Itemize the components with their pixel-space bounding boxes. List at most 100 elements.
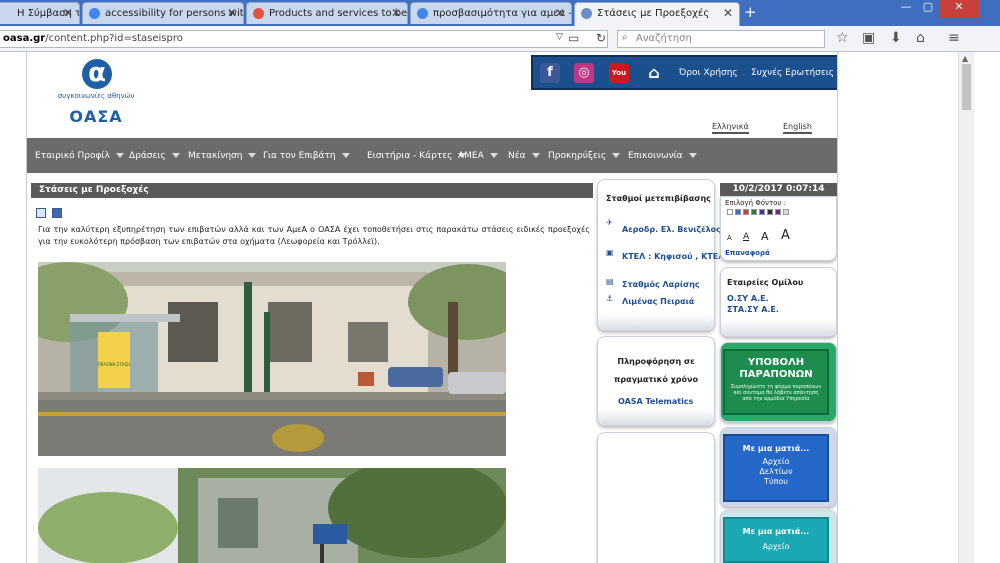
accessibility-box: Επιλογή Φόντου : A A A A Επαναφορά: [720, 196, 837, 261]
menu-item-transport[interactable]: Μετακίνηση: [188, 151, 257, 161]
web-page: α συγκοινωνίες αθηνών ΟΑΣΑ f ◎ You ⌂ Όρο…: [26, 52, 838, 563]
color-swatch-black[interactable]: [767, 209, 773, 215]
main-menu: Εταιρικό Προφίλ Δράσεις Μετακίνηση Για τ…: [27, 138, 837, 173]
train-icon: ▤: [606, 277, 614, 286]
page-title: Στάσεις με Προεξοχές: [31, 183, 593, 198]
color-swatch-blue[interactable]: [735, 209, 741, 215]
menu-label: Δράσεις: [129, 151, 166, 161]
oasa-logo[interactable]: α συγκοινωνίες αθηνών ΟΑΣΑ: [45, 54, 147, 128]
menu-item-amea[interactable]: ΑΜΕΑ: [458, 151, 498, 161]
menu-item-profile[interactable]: Εταιρικό Προφίλ: [35, 151, 124, 161]
bus-stop-photo-1: ΠΡΑΣΙΝΗ ΣΤΑΣΗ: [38, 262, 506, 456]
font-size-xlarge[interactable]: A: [781, 228, 790, 243]
instagram-icon[interactable]: ◎: [574, 63, 594, 83]
scroll-up-icon[interactable]: ▲: [962, 54, 968, 63]
menu-item-news[interactable]: Νέα: [508, 151, 540, 161]
search-input[interactable]: ⌕ Αναζήτηση: [617, 30, 825, 48]
stasy-link[interactable]: ΣΤΑ.ΣΥ Α.Ε.: [727, 305, 779, 314]
close-icon[interactable]: ✕: [227, 6, 237, 20]
home-icon[interactable]: ⌂: [644, 63, 664, 83]
color-swatch-green[interactable]: [751, 209, 757, 215]
page-scrollbar[interactable]: ▲: [958, 52, 974, 563]
close-icon[interactable]: ✕: [63, 6, 73, 20]
piraeus-link[interactable]: Λιμένας Πειραιά: [622, 297, 694, 306]
scrollbar-thumb[interactable]: [962, 64, 971, 110]
oasa-icon: [581, 8, 592, 19]
chevron-down-icon: [248, 153, 257, 158]
font-size-normal[interactable]: A: [743, 232, 749, 242]
larissa-link[interactable]: Σταθμός Λαρίσης: [622, 280, 700, 289]
email-icon[interactable]: [52, 208, 62, 218]
menu-icon[interactable]: ≡: [948, 30, 960, 46]
browser-chrome: Η Σύμβαση τ ✕ accessibility for persons w…: [0, 0, 1000, 52]
lang-english[interactable]: English: [783, 122, 812, 134]
menu-label: Για τον Επιβάτη: [263, 151, 336, 161]
menu-label: Νέα: [508, 151, 526, 161]
tab-label: accessibility for persons wit: [105, 8, 244, 19]
terms-link[interactable]: Όροι Χρήσης: [679, 68, 738, 78]
home-icon[interactable]: ⌂: [916, 30, 925, 46]
logo-subtext: συγκοινωνίες αθηνών: [57, 92, 135, 100]
facebook-icon[interactable]: f: [540, 63, 560, 83]
color-swatch-purple[interactable]: [775, 209, 781, 215]
airport-link[interactable]: Αεροδρ. Ελ. Βενιζέλος: [622, 225, 721, 234]
ship-icon: ⚓: [606, 294, 614, 303]
osy-link[interactable]: Ο.ΣΥ Α.Ε.: [727, 294, 769, 303]
color-swatch-white[interactable]: [727, 209, 733, 215]
new-tab-icon[interactable]: +: [744, 3, 757, 21]
url-bar[interactable]: oasa.gr/content.php?id=staseispro: [0, 30, 608, 48]
menu-item-actions[interactable]: Δράσεις: [129, 151, 180, 161]
bookmark-star-icon[interactable]: ☆: [836, 30, 849, 46]
close-icon[interactable]: ✕: [555, 6, 565, 20]
bus-stop-photo-2: [38, 468, 506, 563]
logo-text: ΟΑΣΑ: [69, 107, 123, 126]
download-icon[interactable]: ⬇: [890, 30, 902, 46]
search-placeholder: Αναζήτηση: [636, 33, 692, 44]
lang-greek[interactable]: Ελληνικά: [712, 122, 749, 134]
group-title: Εταιρείες Ομίλου: [727, 278, 804, 287]
tab-1[interactable]: Η Σύμβαση τ ✕: [0, 2, 80, 24]
print-icon[interactable]: [36, 208, 46, 218]
font-size-small[interactable]: A: [727, 234, 732, 242]
menu-label: Προκηρύξεις: [548, 151, 607, 161]
reader-icon[interactable]: ▭: [568, 31, 579, 45]
color-swatch-gray[interactable]: [783, 209, 789, 215]
close-icon[interactable]: ✕: [723, 6, 733, 20]
faq-link[interactable]: Συχνές Ερωτήσεις: [751, 68, 834, 78]
archive-banner[interactable]: Με μια ματιά... Αρχείο: [723, 517, 829, 563]
chevron-down-icon: [341, 153, 350, 158]
datetime-display: 10/2/2017 0:07:14: [720, 183, 837, 196]
complaints-banner[interactable]: ΥΠΟΒΟΛΗ ΠΑΡΑΠΟΝΩΝ Συμπληρώστε τη φόρμα π…: [723, 349, 829, 415]
archive-title: Με μια ματιά...: [742, 527, 810, 536]
tab-4[interactable]: προσβασιμότητα για αμεα - ✕: [410, 2, 572, 24]
menu-item-passenger[interactable]: Για τον Επιβάτη: [263, 151, 350, 161]
site-icon: [253, 8, 264, 19]
color-swatch-red[interactable]: [743, 209, 749, 215]
tab-label: Στάσεις με Προεξοχές: [597, 8, 710, 19]
tab-label: προσβασιμότητα για αμεα -: [433, 8, 572, 19]
url-domain: oasa.gr: [3, 33, 46, 44]
plane-icon: ✈: [606, 218, 613, 227]
dropdown-icon[interactable]: ▽: [556, 32, 563, 42]
press-banner[interactable]: Με μια ματιά... Αρχείο Δελτίων Τύπου: [723, 434, 829, 502]
reset-link[interactable]: Επαναφορά: [725, 249, 770, 257]
close-window-icon[interactable]: ✕: [939, 0, 979, 18]
menu-item-tickets[interactable]: Εισιτήρια - Κάρτες: [367, 151, 467, 161]
maximize-icon[interactable]: ▢: [917, 0, 939, 18]
close-icon[interactable]: ✕: [391, 6, 401, 20]
menu-item-contact[interactable]: Επικοινωνία: [628, 151, 697, 161]
tab-3[interactable]: Products and services to be ✕: [246, 2, 408, 24]
youtube-icon[interactable]: You: [609, 63, 629, 83]
menu-item-tenders[interactable]: Προκηρύξεις: [548, 151, 621, 161]
color-swatch-navy[interactable]: [759, 209, 765, 215]
telematics-link[interactable]: OASA Telematics: [618, 397, 693, 406]
font-size-large[interactable]: A: [761, 230, 769, 243]
chevron-down-icon: [489, 153, 498, 158]
minimize-icon[interactable]: —: [895, 0, 917, 18]
box-footer: [721, 320, 836, 336]
library-icon[interactable]: ▣: [862, 30, 875, 46]
tab-5-active[interactable]: Στάσεις με Προεξοχές ✕: [574, 2, 740, 26]
reload-icon[interactable]: ↻: [596, 31, 606, 45]
tab-2[interactable]: accessibility for persons wit ✕: [82, 2, 244, 24]
menu-label: Εταιρικό Προφίλ: [35, 151, 110, 161]
